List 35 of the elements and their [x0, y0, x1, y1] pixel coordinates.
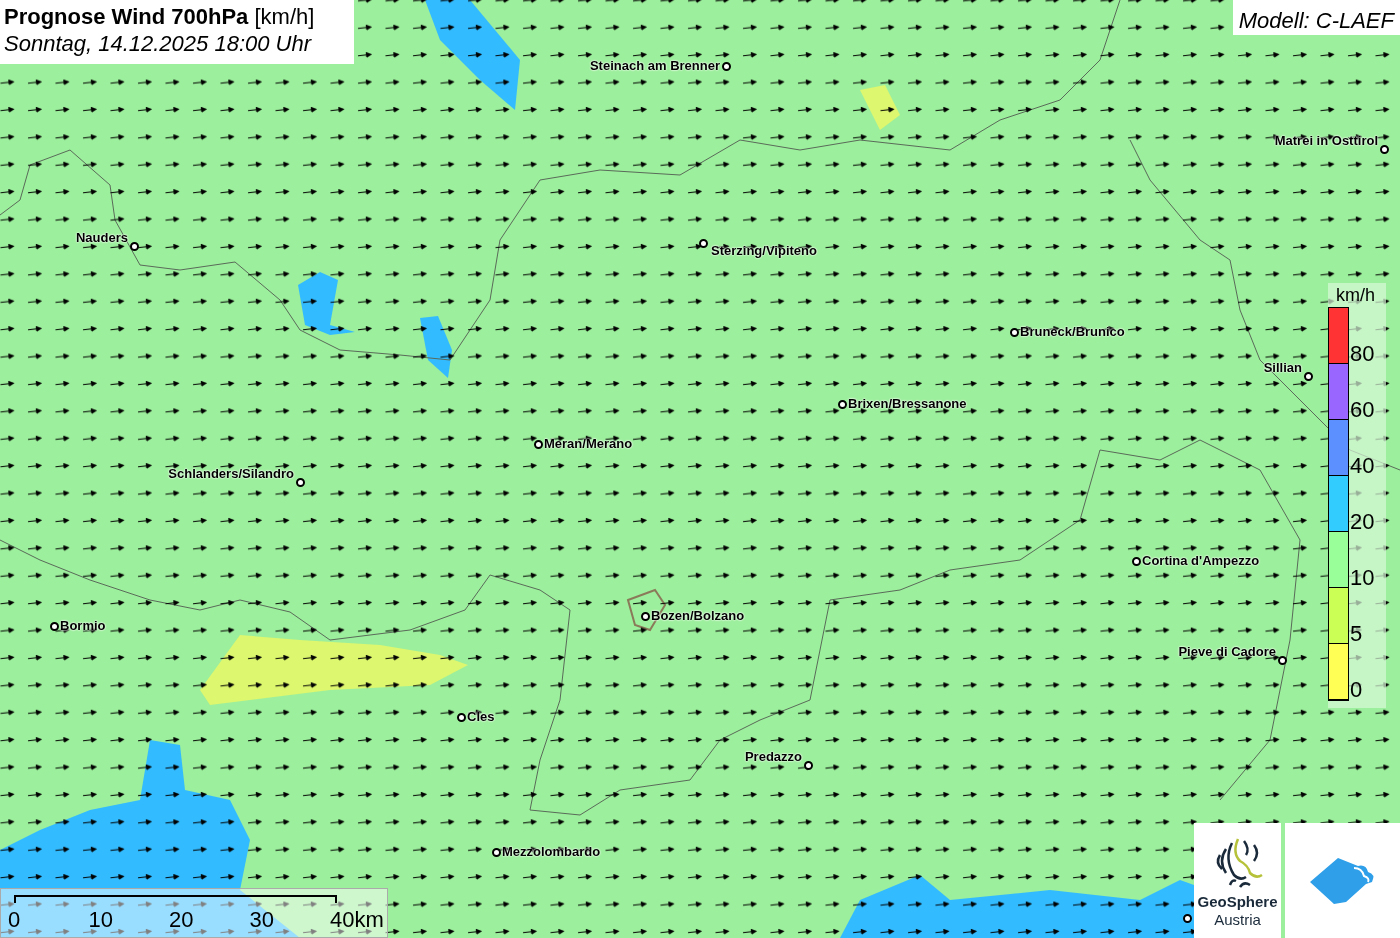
- scale-tick-label: 30: [249, 907, 274, 933]
- city-label: Bozen/Bolzano: [651, 608, 745, 624]
- map-title: Prognose Wind 700hPa [km/h]: [4, 4, 316, 30]
- city-label: Cles: [467, 709, 495, 725]
- city-label: Pieve di Cadore: [1178, 644, 1276, 660]
- scale-tick-label: 20: [169, 907, 194, 933]
- legend-value: 80: [1350, 342, 1375, 366]
- city-label: Bruneck/Brunico: [1020, 324, 1125, 340]
- city-label: Brixen/Bressanone: [848, 396, 967, 412]
- forecast-time: Sonntag, 14.12.2025 18:00 Uhr: [4, 30, 313, 58]
- city-label: Nauders: [75, 230, 128, 246]
- city-label: Bormio: [60, 618, 106, 634]
- legend-value: 10: [1350, 566, 1375, 590]
- legend-unit: km/h: [1336, 284, 1375, 307]
- city-label: Steinach am Brenner: [589, 58, 720, 74]
- scale-bar-line-icon: [14, 895, 337, 903]
- city-label: Matrei in Osttirol: [1274, 133, 1378, 149]
- legend-value: 0: [1350, 678, 1363, 702]
- model-label: Modell: C-LAEF: [1232, 0, 1400, 35]
- city-label: Predazzo: [744, 749, 802, 765]
- city-label: Meran/Merano: [544, 436, 633, 452]
- city-label: Cortina d'Ampezzo: [1142, 553, 1260, 569]
- scale-tick-label: 40km: [330, 907, 384, 933]
- scale-tick-label: 0: [8, 907, 21, 933]
- city-label: Schlanders/Silandro: [168, 466, 294, 482]
- logo-text: GeoSphere: [1197, 893, 1278, 911]
- city-label: Sterzing/Vipiteno: [711, 243, 817, 259]
- legend-value: 40: [1350, 454, 1375, 478]
- scale-tick-label: 10: [88, 907, 113, 933]
- legend-value: 20: [1350, 510, 1375, 534]
- city-label: Mezzolombardo: [502, 844, 601, 860]
- roof-cloud-logo-icon: [1309, 857, 1376, 904]
- legend-value: 5: [1350, 622, 1363, 646]
- logo-subtext: Austria: [1214, 911, 1261, 929]
- legend-value: 60: [1350, 398, 1375, 422]
